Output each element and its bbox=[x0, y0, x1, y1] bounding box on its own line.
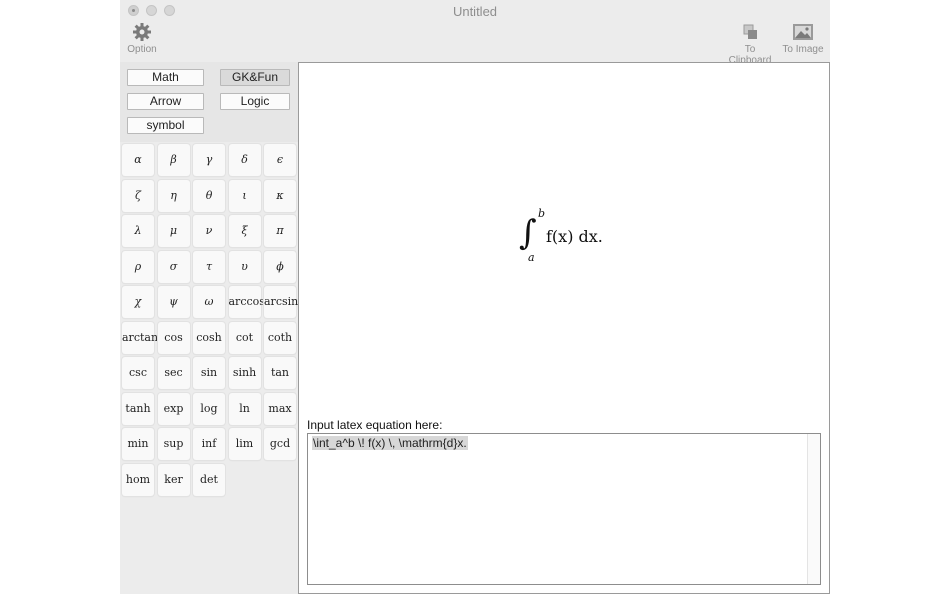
symbol-button[interactable]: lim bbox=[228, 428, 261, 460]
category-math-button[interactable]: Math bbox=[127, 69, 204, 86]
symbol-button[interactable]: ν bbox=[193, 215, 225, 247]
symbol-button[interactable]: arctan bbox=[122, 321, 158, 354]
symbol-button[interactable]: ϕ bbox=[264, 250, 296, 283]
symbol-button[interactable]: ξ bbox=[228, 215, 261, 247]
symbol-button[interactable]: tanh bbox=[122, 392, 154, 425]
integrand: f(x) dx. bbox=[546, 227, 603, 246]
category-symbol-button[interactable]: symbol bbox=[127, 117, 204, 134]
integral-lower-bound: a bbox=[528, 251, 535, 264]
symbol-button[interactable]: κ bbox=[264, 179, 296, 212]
image-icon bbox=[782, 22, 824, 44]
symbol-button[interactable]: csc bbox=[122, 357, 154, 389]
symbol-button[interactable]: arccos bbox=[228, 286, 265, 318]
preview-and-editor: ∫ b a f(x) dx. Input latex equation here… bbox=[298, 62, 830, 594]
category-arrow-button[interactable]: Arrow bbox=[127, 93, 204, 110]
symbol-button[interactable]: ζ bbox=[122, 179, 154, 212]
category-gkfun-button[interactable]: GK&Fun bbox=[220, 69, 290, 86]
symbol-button[interactable]: ψ bbox=[157, 286, 190, 318]
symbol-button[interactable]: ρ bbox=[122, 250, 154, 283]
symbol-button[interactable]: inf bbox=[193, 428, 225, 460]
rendered-equation: ∫ b a f(x) dx. bbox=[519, 207, 639, 273]
symbol-button[interactable]: σ bbox=[157, 250, 190, 283]
editor-scrollbar[interactable] bbox=[807, 434, 820, 584]
to-image-label: To Image bbox=[782, 44, 824, 55]
symbol-button[interactable]: λ bbox=[122, 215, 154, 247]
integral-sign-icon: ∫ bbox=[519, 213, 537, 253]
app-window: Untitled Option To Clipboard To Image Ma… bbox=[120, 0, 830, 594]
symbol-button[interactable]: ln bbox=[228, 392, 261, 425]
copy-icon bbox=[722, 22, 778, 44]
symbol-button[interactable]: θ bbox=[193, 179, 225, 212]
symbol-button[interactable]: τ bbox=[193, 250, 225, 283]
symbol-button[interactable]: hom bbox=[122, 463, 154, 496]
symbol-button[interactable]: β bbox=[157, 144, 190, 176]
symbol-button[interactable]: α bbox=[122, 144, 154, 176]
symbol-button[interactable]: π bbox=[264, 215, 296, 247]
symbol-button[interactable]: υ bbox=[228, 250, 261, 283]
symbol-button[interactable]: δ bbox=[228, 144, 261, 176]
category-selector: Math GK&Fun Arrow Logic symbol bbox=[120, 62, 298, 142]
editor-label: Input latex equation here: bbox=[307, 418, 443, 432]
symbol-button[interactable]: η bbox=[157, 179, 190, 212]
option-button[interactable]: Option bbox=[126, 22, 158, 55]
category-logic-button[interactable]: Logic bbox=[220, 93, 290, 110]
symbol-button[interactable]: sin bbox=[193, 357, 225, 389]
symbol-button[interactable]: exp bbox=[157, 392, 190, 425]
to-image-button[interactable]: To Image bbox=[782, 22, 824, 55]
symbol-button[interactable]: max bbox=[264, 392, 296, 425]
symbol-button[interactable]: μ bbox=[157, 215, 190, 247]
symbol-button[interactable]: ι bbox=[228, 179, 261, 212]
symbol-button[interactable]: sup bbox=[157, 428, 190, 460]
symbol-button[interactable]: cos bbox=[157, 321, 190, 354]
gear-icon bbox=[126, 22, 158, 44]
symbol-button[interactable]: sec bbox=[157, 357, 190, 389]
window-title: Untitled bbox=[452, 4, 498, 19]
integral-upper-bound: b bbox=[538, 207, 546, 220]
option-label: Option bbox=[127, 44, 157, 55]
symbol-button[interactable]: sinh bbox=[228, 357, 261, 389]
symbol-button[interactable]: tan bbox=[264, 357, 296, 389]
symbol-button[interactable]: coth bbox=[264, 321, 296, 354]
toolbar: Option To Clipboard To Image bbox=[120, 22, 830, 66]
symbol-button[interactable]: ω bbox=[193, 286, 225, 318]
title-bar: Untitled bbox=[120, 0, 830, 22]
symbol-panel: Math GK&Fun Arrow Logic symbol αβγδϵ ζηθι… bbox=[120, 62, 298, 594]
symbol-button[interactable]: cot bbox=[228, 321, 261, 354]
symbol-button[interactable]: ker bbox=[157, 463, 190, 496]
to-clipboard-button[interactable]: To Clipboard bbox=[722, 22, 778, 66]
symbol-button[interactable]: χ bbox=[122, 286, 154, 318]
symbol-button[interactable]: gcd bbox=[264, 428, 296, 460]
latex-input-text: \int_a^b \! f(x) \, \mathrm{d}x. bbox=[312, 436, 468, 450]
symbol-button[interactable]: cosh bbox=[193, 321, 225, 354]
symbol-button[interactable]: ϵ bbox=[264, 144, 296, 176]
symbol-button[interactable]: min bbox=[122, 428, 154, 460]
symbol-button[interactable]: det bbox=[193, 463, 225, 496]
symbol-button[interactable]: log bbox=[193, 392, 225, 425]
symbol-button[interactable]: arcsin bbox=[264, 286, 298, 318]
symbol-button[interactable]: γ bbox=[193, 144, 225, 176]
latex-input[interactable]: \int_a^b \! f(x) \, \mathrm{d}x. bbox=[307, 433, 821, 585]
